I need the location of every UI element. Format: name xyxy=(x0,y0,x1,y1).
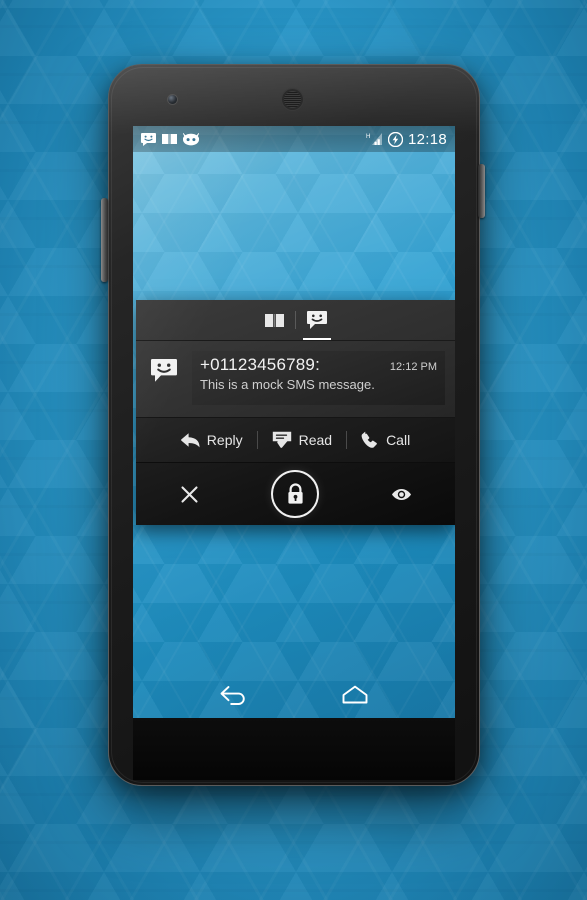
phone-screen: H 12:18 +01123456789: 12:12 PM This is a… xyxy=(133,126,455,718)
read-action-label: Read xyxy=(298,432,333,448)
earpiece-speaker-icon xyxy=(281,88,304,111)
tab-book[interactable] xyxy=(253,300,295,340)
notification-content: +01123456789: 12:12 PM This is a mock SM… xyxy=(192,351,445,405)
reply-action[interactable]: Reply xyxy=(167,418,257,462)
screenshot-root: H 12:18 +01123456789: 12:12 PM This is a… xyxy=(0,0,587,900)
notification-action-bar: Reply Read Call xyxy=(136,418,455,463)
mark-read-icon xyxy=(272,431,292,449)
signal-bars-icon: H xyxy=(366,132,383,146)
peek-button[interactable] xyxy=(349,488,455,501)
notification-item[interactable]: +01123456789: 12:12 PM This is a mock SM… xyxy=(136,341,455,418)
book-icon xyxy=(264,313,284,328)
battery-charging-icon xyxy=(387,131,404,147)
navigation-bar xyxy=(133,672,455,718)
volume-rocker-button[interactable] xyxy=(101,198,108,282)
reply-arrow-icon xyxy=(180,432,200,448)
back-arrow-icon xyxy=(218,684,248,706)
status-bar-left-icons xyxy=(141,132,200,146)
home-icon xyxy=(340,684,370,706)
status-bar[interactable]: H 12:18 xyxy=(133,126,455,152)
read-action[interactable]: Read xyxy=(258,418,346,462)
cyanogenmod-icon xyxy=(182,132,200,146)
notification-timestamp: 12:12 PM xyxy=(389,361,437,373)
status-bar-clock: 12:18 xyxy=(407,130,447,148)
close-icon xyxy=(181,485,198,503)
nav-home-button[interactable] xyxy=(331,672,379,718)
tab-sms[interactable] xyxy=(296,300,338,340)
sms-message-icon xyxy=(307,311,327,329)
notification-message-text: This is a mock SMS message. xyxy=(200,377,375,392)
call-action[interactable]: Call xyxy=(347,418,424,462)
reply-action-label: Reply xyxy=(206,432,243,448)
sms-message-icon xyxy=(151,359,177,382)
notification-icon-wrap xyxy=(136,351,192,382)
notification-control-bar xyxy=(136,463,455,525)
status-bar-right-icons: H 12:18 xyxy=(366,131,447,148)
notification-title: +01123456789: xyxy=(200,355,320,374)
lock-icon xyxy=(286,483,305,505)
power-button[interactable] xyxy=(478,164,485,218)
notification-header: +01123456789: 12:12 PM xyxy=(200,355,437,375)
notification-tab-bar xyxy=(136,300,455,341)
phone-bottom-bezel xyxy=(133,718,455,780)
front-camera-icon xyxy=(168,95,177,104)
sms-message-icon xyxy=(141,132,156,146)
nav-back-button[interactable] xyxy=(209,672,257,718)
unlock-button[interactable] xyxy=(242,470,348,518)
phone-icon xyxy=(361,431,379,449)
dismiss-button[interactable] xyxy=(136,485,242,503)
call-action-label: Call xyxy=(386,432,411,448)
svg-text:H: H xyxy=(366,134,370,140)
eye-icon xyxy=(392,488,412,501)
book-icon xyxy=(162,133,177,145)
unlock-ring xyxy=(271,470,320,518)
notification-panel: +01123456789: 12:12 PM This is a mock SM… xyxy=(136,300,455,525)
